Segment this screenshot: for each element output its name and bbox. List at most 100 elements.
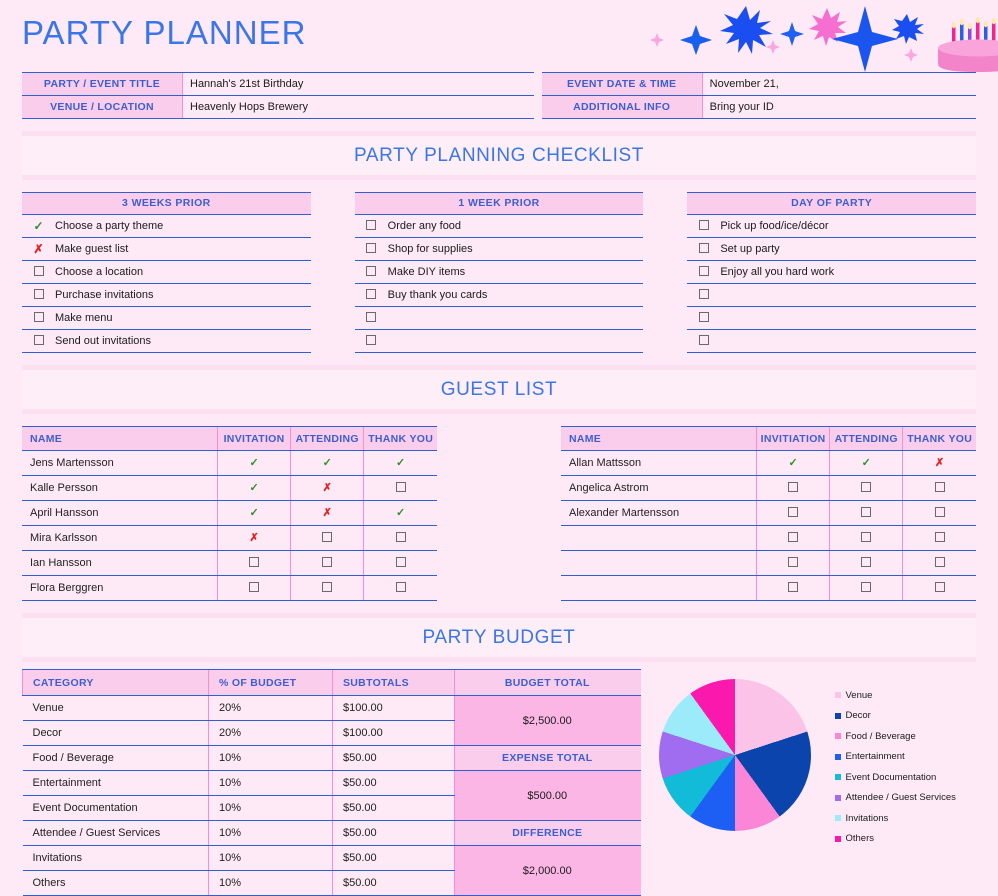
table-row[interactable]: Flora Berggren — [22, 575, 437, 601]
invitation-cell[interactable]: ✓ — [216, 450, 291, 476]
checklist-mark[interactable] — [22, 312, 55, 324]
checkbox-icon[interactable] — [322, 581, 333, 592]
checkbox-icon[interactable] — [788, 506, 799, 517]
guest-name-cell[interactable]: Jens Martensson — [22, 450, 218, 476]
cross-icon[interactable]: ✗ — [935, 457, 944, 469]
checkbox-icon[interactable] — [698, 312, 709, 322]
checkbox-icon[interactable] — [861, 506, 872, 517]
checkbox-icon[interactable] — [33, 335, 44, 345]
checkbox-icon[interactable] — [861, 531, 872, 542]
checkbox-icon[interactable] — [249, 556, 260, 567]
budget-subtotal-cell[interactable]: $50.00 — [332, 745, 455, 771]
checklist-row[interactable]: ✗ Make guest list — [22, 238, 311, 261]
info-value-party-title[interactable]: Hannah's 21st Birthday — [183, 73, 534, 95]
thank-you-cell[interactable] — [902, 525, 976, 551]
guest-name-cell[interactable]: Alexander Martensson — [561, 500, 757, 526]
table-row[interactable]: Alexander Martensson — [561, 500, 976, 526]
cross-icon[interactable]: ✗ — [323, 482, 332, 494]
table-row[interactable]: Attendee / Guest Services 10% $50.00 DIFFER… — [22, 820, 641, 846]
guest-name-cell[interactable]: Kalle Persson — [22, 475, 218, 501]
checkbox-icon[interactable] — [788, 556, 799, 567]
table-row[interactable]: Venue 20% $100.00 $2,500.00 — [22, 695, 641, 746]
checklist-row[interactable]: Make DIY items — [354, 261, 644, 284]
invitation-cell[interactable] — [755, 500, 830, 526]
attending-cell[interactable]: ✗ — [290, 500, 364, 526]
checklist-row[interactable]: Buy thank you cards — [354, 284, 644, 307]
checklist-mark[interactable] — [687, 289, 720, 301]
budget-percent-cell[interactable]: 20% — [208, 695, 333, 721]
check-icon[interactable]: ✓ — [396, 507, 405, 519]
checkbox-icon[interactable] — [861, 481, 872, 492]
thank-you-cell[interactable] — [363, 475, 437, 501]
guest-name-cell[interactable]: Allan Mattsson — [561, 450, 757, 476]
guest-name-cell[interactable] — [561, 525, 757, 551]
thank-you-cell[interactable] — [363, 550, 437, 576]
guest-name-cell[interactable]: April Hansson — [22, 500, 218, 526]
guest-name-cell[interactable]: Angelica Astrom — [561, 475, 757, 501]
cross-icon[interactable]: ✗ — [249, 532, 258, 544]
cross-icon[interactable]: ✗ — [323, 507, 332, 519]
checklist-row[interactable]: Order any food — [354, 215, 644, 238]
table-row[interactable]: Ian Hansson — [22, 550, 437, 576]
budget-percent-cell[interactable]: 20% — [208, 720, 333, 746]
budget-category-cell[interactable]: Others — [22, 870, 209, 896]
info-value-venue[interactable]: Heavenly Hops Brewery — [183, 96, 534, 118]
attending-cell[interactable]: ✓ — [290, 450, 364, 476]
attending-cell[interactable] — [829, 500, 903, 526]
invitation-cell[interactable] — [755, 550, 830, 576]
checklist-mark[interactable] — [355, 312, 388, 324]
table-row[interactable] — [561, 550, 976, 576]
checkbox-icon[interactable] — [33, 312, 44, 322]
checkbox-icon[interactable] — [698, 220, 709, 230]
budget-subtotal-cell[interactable]: $50.00 — [332, 870, 455, 896]
budget-subtotal-cell[interactable]: $50.00 — [332, 820, 455, 846]
attending-cell[interactable] — [290, 550, 364, 576]
invitation-cell[interactable]: ✓ — [216, 475, 291, 501]
thank-you-cell[interactable] — [363, 525, 437, 551]
checkbox-icon[interactable] — [788, 531, 799, 542]
checkbox-icon[interactable] — [322, 531, 333, 542]
budget-percent-cell[interactable]: 10% — [208, 845, 333, 871]
guest-name-cell[interactable]: Mira Karlsson — [22, 525, 218, 551]
budget-subtotal-cell[interactable]: $100.00 — [332, 720, 455, 746]
checklist-mark[interactable] — [687, 335, 720, 347]
attending-cell[interactable]: ✗ — [290, 475, 364, 501]
table-row[interactable] — [561, 525, 976, 551]
checklist-row[interactable]: Choose a location — [22, 261, 311, 284]
table-row[interactable]: April Hansson ✓ ✗ ✓ — [22, 500, 437, 526]
budget-category-cell[interactable]: Food / Beverage — [22, 745, 209, 771]
cross-icon[interactable]: ✗ — [33, 242, 43, 256]
checkbox-icon[interactable] — [698, 335, 709, 345]
checklist-mark[interactable] — [355, 220, 388, 232]
checklist-mark[interactable] — [22, 335, 55, 347]
checkbox-icon[interactable] — [934, 581, 945, 592]
table-row[interactable]: Angelica Astrom — [561, 475, 976, 501]
checklist-mark[interactable] — [22, 266, 55, 278]
invitation-cell[interactable] — [755, 475, 830, 501]
checkbox-icon[interactable] — [366, 335, 377, 345]
attending-cell[interactable] — [290, 575, 364, 601]
checkbox-icon[interactable] — [395, 581, 406, 592]
attending-cell[interactable] — [829, 575, 903, 601]
checkbox-icon[interactable] — [322, 556, 333, 567]
checkbox-icon[interactable] — [788, 581, 799, 592]
table-row[interactable] — [561, 575, 976, 601]
checkbox-icon[interactable] — [788, 481, 799, 492]
checkbox-icon[interactable] — [395, 556, 406, 567]
check-icon[interactable]: ✓ — [33, 219, 43, 233]
invitation-cell[interactable] — [216, 575, 291, 601]
checkbox-icon[interactable] — [33, 266, 44, 276]
table-row[interactable]: Invitations 10% $50.00 $2,000.00 — [22, 845, 641, 896]
info-value-date-time[interactable]: November 21, — [702, 73, 976, 95]
table-row[interactable]: Allan Mattsson ✓ ✓ ✗ — [561, 450, 976, 476]
table-row[interactable]: Jens Martensson ✓ ✓ ✓ — [22, 450, 437, 476]
checkbox-icon[interactable] — [395, 531, 406, 542]
invitation-cell[interactable] — [216, 550, 291, 576]
checkbox-icon[interactable] — [934, 556, 945, 567]
checkbox-icon[interactable] — [698, 243, 709, 253]
check-icon[interactable]: ✓ — [862, 457, 871, 469]
checklist-row[interactable]: Pick up food/ice/décor — [687, 215, 977, 238]
checkbox-icon[interactable] — [33, 289, 44, 299]
checklist-mark[interactable] — [687, 220, 720, 232]
guest-name-cell[interactable] — [561, 575, 757, 601]
